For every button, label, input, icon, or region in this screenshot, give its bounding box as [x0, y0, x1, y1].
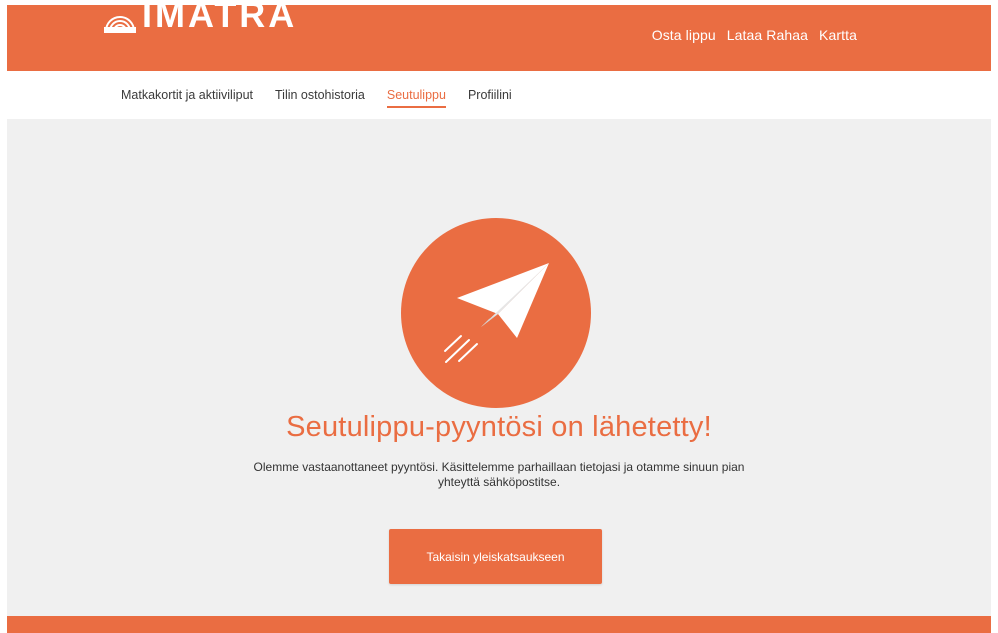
tab-ostohistoria[interactable]: Tilin ostohistoria: [275, 88, 365, 108]
site-footer: [7, 616, 991, 633]
top-navigation: Osta lippu Lataa Rahaa Kartta: [652, 27, 857, 43]
confirmation-title: Seutulippu-pyyntösi on lähetetty!: [286, 411, 712, 443]
tab-seutulippu[interactable]: Seutulippu: [386, 88, 447, 108]
paper-plane-icon: [444, 263, 549, 363]
nav-lataa-rahaa[interactable]: Lataa Rahaa: [727, 27, 808, 43]
page-frame: IMATRA Osta lippu Lataa Rahaa Kartta Mat…: [7, 5, 991, 633]
main-content: Seutulippu-pyyntösi on lähetetty! Olemme…: [7, 119, 991, 616]
tab-matkakortit[interactable]: Matkakortit ja aktiiviliput: [121, 88, 253, 108]
nav-osta-lippu[interactable]: Osta lippu: [652, 27, 716, 43]
imatra-logo[interactable]: IMATRA: [102, 5, 297, 33]
site-header: IMATRA Osta lippu Lataa Rahaa Kartta: [7, 5, 991, 71]
success-icon-circle: [401, 218, 591, 408]
confirmation-message: Olemme vastaanottaneet pyyntösi. Käsitte…: [253, 460, 745, 489]
sub-navigation: Matkakortit ja aktiiviliput Tilin ostohi…: [7, 71, 991, 119]
imatra-emblem-icon: [104, 16, 136, 33]
logo-text: IMATRA: [142, 5, 298, 35]
back-to-overview-button[interactable]: Takaisin yleiskatsaukseen: [389, 529, 602, 584]
nav-kartta[interactable]: Kartta: [819, 27, 857, 43]
tab-profiilini[interactable]: Profiilini: [468, 88, 512, 108]
